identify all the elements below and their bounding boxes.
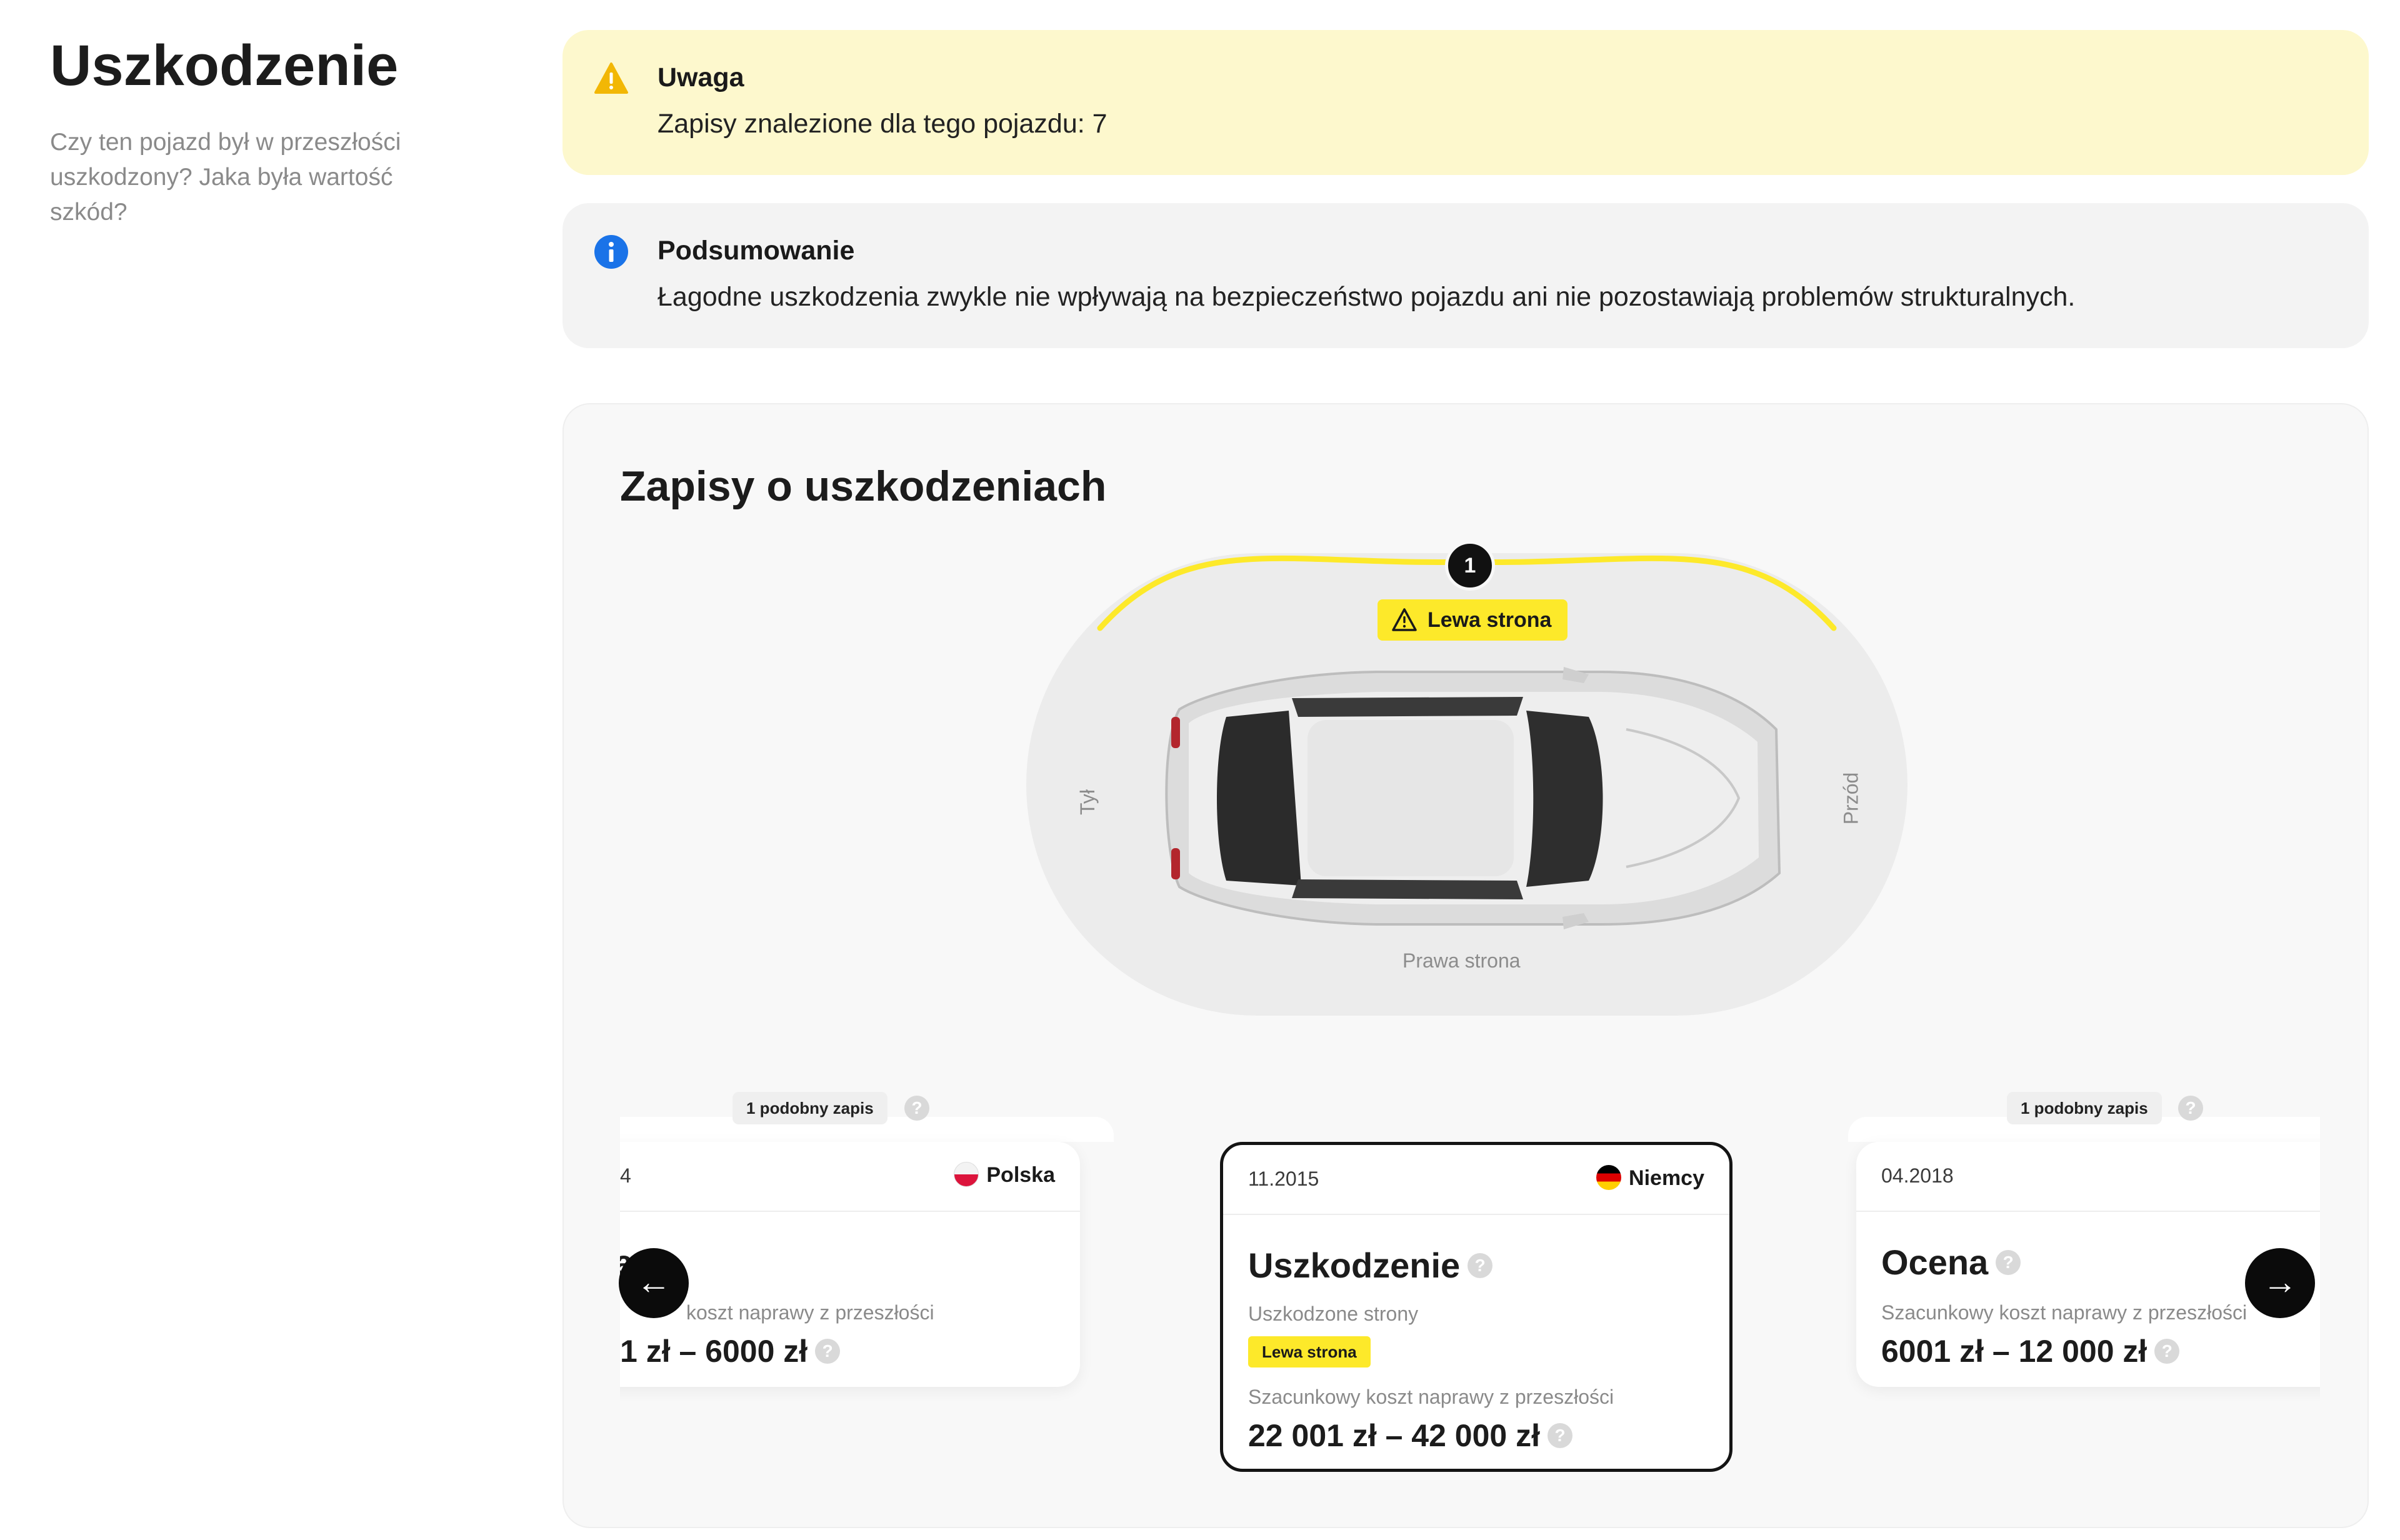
records-carousel: 1 podobny zapis ? 4 Polska na? koszt nap… <box>620 1092 2320 1517</box>
help-icon[interactable]: ? <box>1996 1250 2021 1276</box>
damage-marker[interactable]: 1 <box>1445 541 1495 591</box>
record-card[interactable]: 4 Polska na? koszt naprawy z przeszłości… <box>620 1142 1080 1387</box>
germany-flag-icon <box>1596 1165 1622 1191</box>
warning-alert: Uwaga Zapisy znalezione dla tego pojazdu… <box>562 30 2369 175</box>
cost-value: 1 zł – 6000 zł? <box>620 1333 841 1369</box>
warning-icon <box>594 62 628 94</box>
zone-badge-label: Lewa strona <box>1428 608 1552 632</box>
similar-records-badge: 1 podobny zapis <box>2007 1092 2162 1124</box>
info-title: Podsumowanie <box>658 236 855 266</box>
card-country: Niemcy <box>1596 1165 1704 1192</box>
car-icon <box>1165 667 1781 929</box>
help-icon[interactable]: ? <box>2178 1096 2203 1121</box>
page-subtitle: Czy ten pojazd był w przeszłości uszkodz… <box>50 129 401 226</box>
zone-badge: Lewa strona <box>1378 599 1568 641</box>
info-text: Łagodne uszkodzenia zwykle nie wpływają … <box>658 282 2076 312</box>
card-date: 4 <box>620 1164 631 1187</box>
cost-label: koszt naprawy z przeszłości <box>686 1301 934 1324</box>
page-title: Uszkodzenie <box>50 34 399 98</box>
card-date: 04.2018 <box>1881 1164 1954 1187</box>
car-diagram-graphic <box>1026 553 1908 1016</box>
next-arrow-button[interactable]: → <box>2245 1248 2315 1318</box>
rear-label: Tył <box>1076 789 1099 815</box>
card-header: 4 Polska <box>620 1142 1080 1212</box>
car-diagram: 1 Lewa strona Tył Przód Prawa strona <box>564 404 2368 1154</box>
card-date: 11.2015 <box>1248 1168 1319 1190</box>
section-header: Uszkodzenie Czy ten pojazd był w przeszł… <box>50 31 450 230</box>
prev-arrow-button[interactable]: ← <box>619 1248 689 1318</box>
help-icon[interactable]: ? <box>815 1338 841 1364</box>
cost-label: Szacunkowy koszt naprawy z przeszłości <box>1881 1301 2248 1324</box>
warning-title: Uwaga <box>658 62 744 92</box>
info-icon <box>594 235 628 269</box>
damaged-sides-label: Uszkodzone strony <box>1248 1302 1419 1325</box>
poland-flag-icon <box>954 1162 979 1188</box>
front-label: Przód <box>1839 772 1862 825</box>
warning-triangle-icon <box>1392 608 1417 631</box>
help-icon[interactable]: ? <box>2154 1338 2180 1364</box>
record-card-active[interactable]: 11.2015 Niemcy Uszkodzenie? Uszkodzone s… <box>1220 1142 1732 1472</box>
help-icon[interactable]: ? <box>1468 1253 1493 1279</box>
card-header: 04.2018 P <box>1856 1142 2320 1212</box>
card-header: 11.2015 Niemcy <box>1223 1145 1729 1215</box>
card-title: Ocena? <box>1881 1242 2021 1282</box>
warning-text: Zapisy znalezione dla tego pojazdu: 7 <box>658 109 1108 139</box>
cost-value: 22 001 zł – 42 000 zł? <box>1248 1418 1573 1454</box>
card-title: Uszkodzenie? <box>1248 1245 1493 1286</box>
info-alert: Podsumowanie Łagodne uszkodzenia zwykle … <box>562 203 2369 348</box>
cost-label: Szacunkowy koszt naprawy z przeszłości <box>1248 1386 1614 1408</box>
help-icon[interactable]: ? <box>904 1096 929 1121</box>
damage-records-panel: Zapisy o uszkodzeniach 1 Lewa strona Tył… <box>562 403 2369 1528</box>
similar-records-badge: 1 podobny zapis <box>732 1092 888 1124</box>
right-side-label: Prawa strona <box>1402 949 1521 972</box>
card-country: Polska <box>954 1162 1055 1189</box>
help-icon[interactable]: ? <box>1548 1422 1573 1448</box>
cost-value: 6001 zł – 12 000 zł? <box>1881 1333 2180 1369</box>
damaged-side-tag: Lewa strona <box>1248 1336 1371 1368</box>
